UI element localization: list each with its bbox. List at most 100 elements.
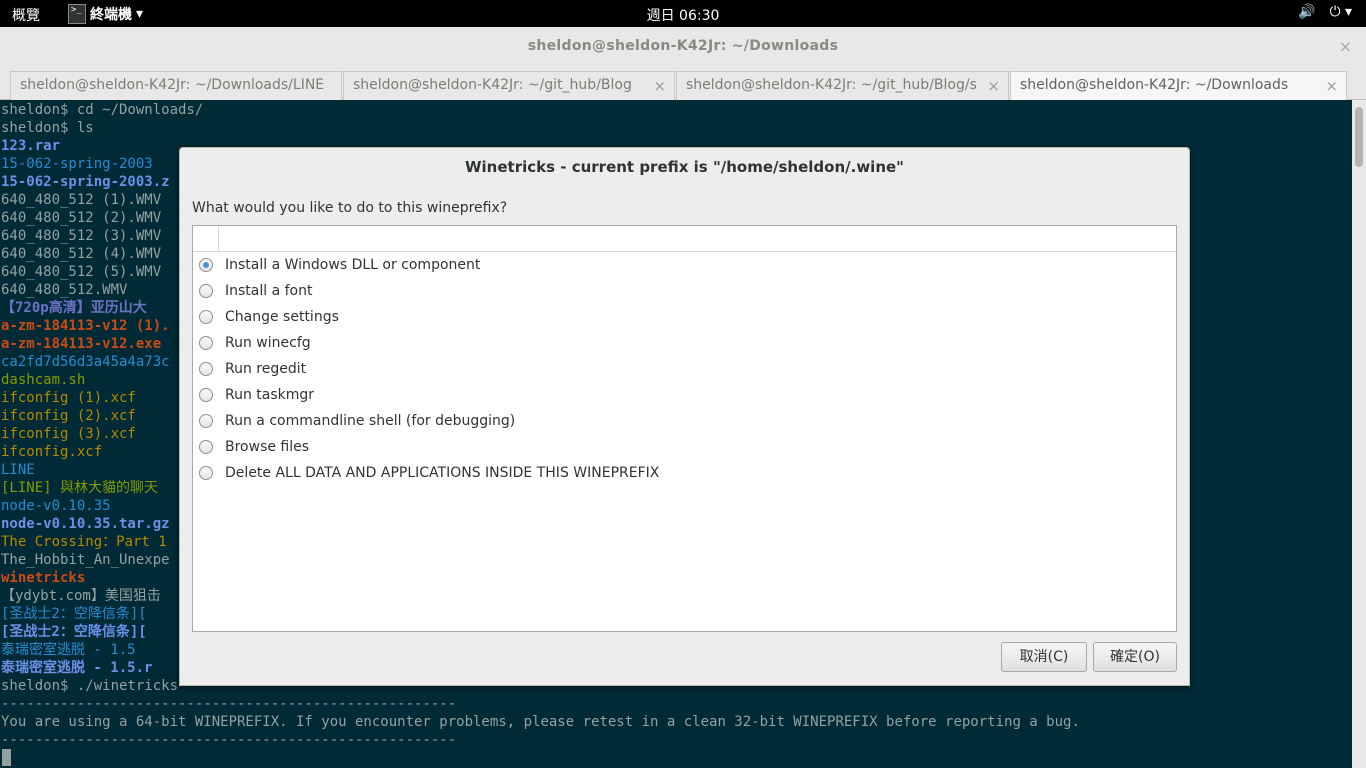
option-label: Browse files [225, 439, 310, 455]
dialog-title[interactable]: Winetricks - current prefix is "/home/sh… [180, 148, 1189, 186]
radio-button[interactable] [199, 414, 213, 428]
chevron-down-icon: ▾ [1344, 4, 1352, 20]
terminal-app-icon: >_ [68, 3, 86, 24]
list-header [193, 226, 1176, 252]
terminal-scrollbar[interactable] [1352, 100, 1366, 768]
option-label: Run taskmgr [225, 387, 315, 403]
ok-button[interactable]: 確定(O) [1093, 642, 1177, 672]
radio-button[interactable] [199, 336, 213, 350]
options-list: Install a Windows DLL or component Instal… [192, 225, 1177, 632]
option-row[interactable]: Change settings [199, 306, 339, 328]
tab-downloads-line[interactable]: sheldon@sheldon-K42Jr: ~/Downloads/LINE [10, 71, 342, 100]
terminal-line: 640_480_512 (4).WMV [1, 246, 162, 262]
terminal-line: 640_480_512.WMV [1, 282, 128, 298]
cancel-button[interactable]: 取消(C) [1001, 642, 1087, 672]
terminal-line: 【ydybt.com】美国狙击 [1, 588, 161, 604]
terminal-line: a-zm-184113-v12 (1). [1, 318, 170, 334]
option-label: Delete ALL DATA AND APPLICATIONS INSIDE … [225, 465, 660, 481]
terminal-line: [LINE] 與林大貓的聊天 [1, 480, 159, 496]
terminal-line: ifconfig (1).xcf [1, 390, 136, 406]
terminal-line: ifconfig (2).xcf [1, 408, 136, 424]
option-row[interactable]: Run a commandline shell (for debugging) [199, 410, 515, 432]
terminal-line: sheldon$ cd ~/Downloads/ [1, 102, 204, 118]
window-titlebar[interactable]: sheldon@sheldon-K42Jr: ~/Downloads × [0, 27, 1366, 69]
option-label: Run a commandline shell (for debugging) [225, 413, 516, 429]
activities-button[interactable]: 概覽 [12, 5, 40, 25]
terminal-line: 123.rar [1, 138, 61, 154]
terminal-line: sheldon$ ./winetricks [1, 678, 179, 694]
terminal-line: winetricks [1, 570, 86, 586]
option-label: Install a Windows DLL or component [225, 257, 481, 273]
terminal-line: 640_480_512 (1).WMV [1, 192, 162, 208]
terminal-line: You are using a 64-bit WINEPREFIX. If yo… [1, 714, 1080, 730]
radio-button[interactable] [199, 388, 213, 402]
option-label: Run regedit [225, 361, 307, 377]
terminal-line: 【720p高清】亚历山大 [1, 300, 147, 316]
scrollbar-thumb[interactable] [1355, 107, 1363, 167]
terminal-line: 泰瑞密室逃脱 - 1.5.r [1, 660, 153, 676]
terminal-line: a-zm-184113-v12.exe [1, 336, 162, 352]
terminal-line: [圣战士2：空降信条][ [1, 606, 147, 622]
option-row[interactable]: Delete ALL DATA AND APPLICATIONS INSIDE … [199, 462, 659, 484]
option-row[interactable]: Run regedit [199, 358, 306, 380]
tab-downloads[interactable]: sheldon@sheldon-K42Jr: ~/Downloads × [1010, 71, 1347, 100]
tab-close-icon[interactable]: × [653, 77, 666, 95]
radio-button[interactable] [199, 362, 213, 376]
tab-git-hub-blog[interactable]: sheldon@sheldon-K42Jr: ~/git_hub/Blog × [343, 71, 675, 100]
tab-close-icon[interactable]: × [987, 77, 1000, 95]
volume-icon[interactable]: 🔊 [1298, 4, 1315, 20]
power-icon: ⏻ [1329, 4, 1341, 20]
terminal-line: 640_480_512 (2).WMV [1, 210, 162, 226]
app-name: 終端機 [90, 6, 132, 23]
terminal-line: ifconfig.xcf [1, 444, 103, 460]
radio-button[interactable] [199, 258, 213, 272]
clock[interactable]: 週日 06:30 [647, 8, 720, 24]
terminal-line: ca2fd7d56d3a45a4a73c [1, 354, 170, 370]
terminal-line: node-v0.10.35.tar.gz [1, 516, 170, 532]
dialog-prompt: What would you like to do to this winepr… [192, 200, 508, 216]
tab-label: sheldon@sheldon-K42Jr: ~/git_hub/Blog/s.… [686, 77, 978, 93]
terminal-line: LINE [1, 462, 35, 478]
tab-git-hub-blog-s[interactable]: sheldon@sheldon-K42Jr: ~/git_hub/Blog/s.… [676, 71, 1009, 100]
tab-label: sheldon@sheldon-K42Jr: ~/Downloads/LINE [20, 77, 325, 93]
power-menu[interactable]: ⏻ ▾ [1329, 4, 1352, 20]
top-bar: 概覽 >_ 終端機 ▾ 週日 06:30 🔊 ⏻ ▾ [0, 0, 1366, 27]
chevron-down-icon: ▾ [136, 5, 144, 22]
terminal-line: 泰瑞密室逃脱 - 1.5 [1, 642, 136, 658]
option-label: Change settings [225, 309, 339, 325]
app-menu[interactable]: >_ 終端機 ▾ [68, 0, 143, 27]
radio-button[interactable] [199, 284, 213, 298]
option-label: Install a font [225, 283, 313, 299]
radio-button[interactable] [199, 440, 213, 454]
option-row[interactable]: Install a font [199, 280, 312, 302]
terminal-line: ----------------------------------------… [1, 732, 457, 748]
terminal-line: ifconfig (3).xcf [1, 426, 136, 442]
terminal-line: 15-062-spring-2003 [1, 156, 153, 172]
tab-label: sheldon@sheldon-K42Jr: ~/Downloads [1020, 77, 1289, 93]
terminal-line: The_Hobbit_An_Unexpe [1, 552, 170, 568]
terminal-line: 15-062-spring-2003.z [1, 174, 170, 190]
tab-label: sheldon@sheldon-K42Jr: ~/git_hub/Blog [353, 77, 632, 93]
terminal-line: 640_480_512 (5).WMV [1, 264, 162, 280]
terminal-cursor [2, 749, 11, 766]
winetricks-dialog: Winetricks - current prefix is "/home/sh… [179, 147, 1190, 686]
terminal-line: ----------------------------------------… [1, 696, 457, 712]
option-row[interactable]: Run winecfg [199, 332, 311, 354]
window-title: sheldon@sheldon-K42Jr: ~/Downloads [527, 38, 839, 54]
option-row[interactable]: Browse files [199, 436, 309, 458]
tab-bar: sheldon@sheldon-K42Jr: ~/Downloads/LINE … [0, 69, 1366, 100]
system-tray[interactable]: 🔊 ⏻ ▾ [1298, 4, 1352, 20]
window-close-button[interactable]: × [1339, 37, 1352, 56]
terminal-line: sheldon$ ls [1, 120, 94, 136]
radio-button[interactable] [199, 310, 213, 324]
terminal-line: [圣战士2：空降信条][ [1, 624, 147, 640]
option-row[interactable]: Install a Windows DLL or component [199, 254, 480, 276]
terminal-line: dashcam.sh [1, 372, 86, 388]
option-row[interactable]: Run taskmgr [199, 384, 314, 406]
terminal-line: 640_480_512 (3).WMV [1, 228, 162, 244]
tab-close-icon[interactable]: × [1325, 77, 1338, 95]
terminal-line: node-v0.10.35 [1, 498, 111, 514]
radio-button[interactable] [199, 466, 213, 480]
list-header-column[interactable] [193, 226, 219, 251]
terminal-line: The Crossing：Part 1 [1, 534, 167, 550]
